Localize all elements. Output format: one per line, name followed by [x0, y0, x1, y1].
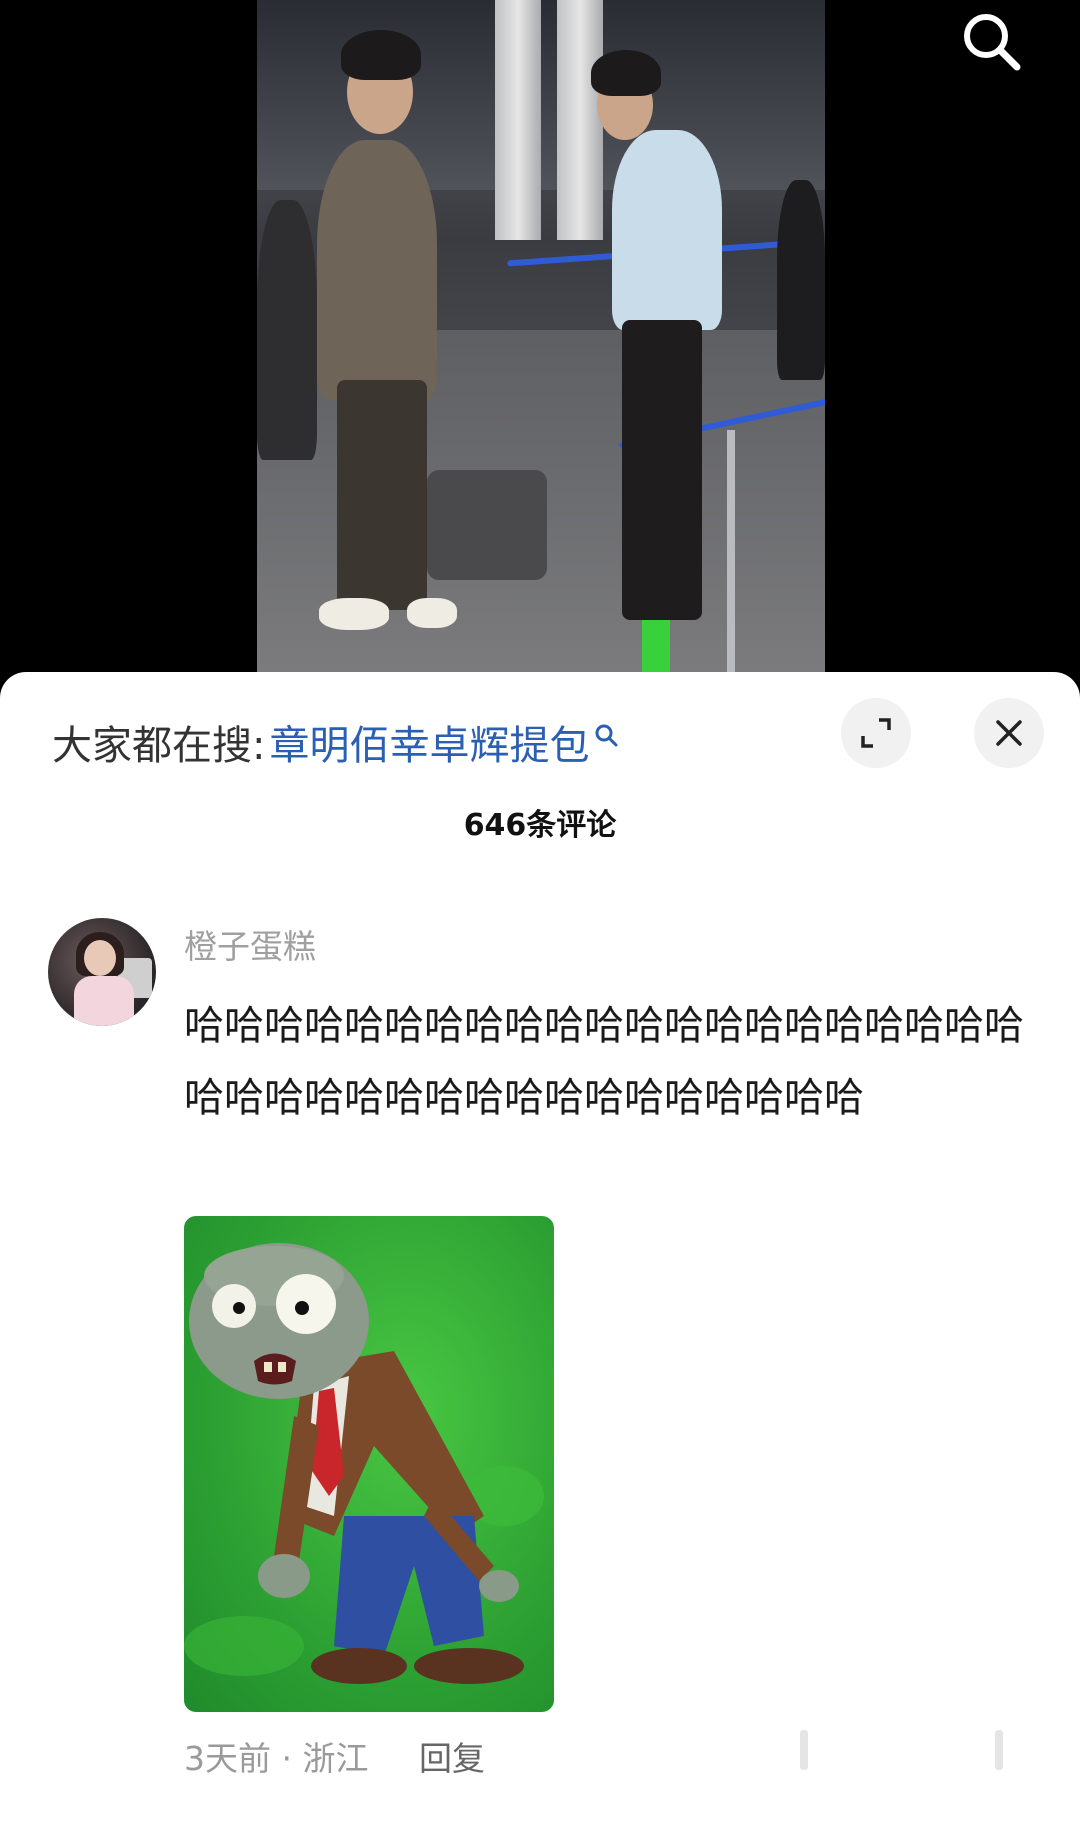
comment-username[interactable]: 橙子蛋糕: [184, 920, 316, 968]
hot-search-term[interactable]: 章明佰幸卓辉提包: [269, 713, 589, 771]
reply-button[interactable]: 回复: [419, 1739, 485, 1778]
hot-search-bar[interactable]: 大家都在搜: 章明佰幸卓辉提包: [52, 712, 619, 772]
comment-sheet: 大家都在搜: 章明佰幸卓辉提包 646条评论 橙子蛋糕 哈哈哈哈哈哈哈哈哈哈哈哈…: [0, 672, 1080, 1828]
person-left-hair: [341, 30, 421, 80]
bystander: [777, 180, 825, 380]
comment-meta: 3天前 · 浙江 回复: [184, 1732, 485, 1780]
search-icon: [964, 14, 1021, 71]
close-icon: [996, 720, 1022, 746]
video-player[interactable]: [0, 0, 1080, 680]
handbag: [427, 470, 547, 580]
expand-button[interactable]: [841, 698, 911, 768]
comment-time-location: 3天前 · 浙江: [184, 1739, 369, 1778]
bystander: [257, 200, 317, 460]
queue-post: [727, 430, 735, 680]
search-icon: [595, 724, 618, 747]
avatar[interactable]: [48, 918, 156, 1026]
person-left-jacket: [317, 140, 437, 400]
like-indicator[interactable]: [800, 1730, 808, 1770]
shoe: [319, 598, 389, 630]
search-button[interactable]: [956, 6, 1026, 76]
person-right-shirt: [612, 130, 722, 330]
person-left-trousers: [337, 380, 427, 610]
person-right-hair: [591, 50, 661, 96]
shoe: [407, 598, 457, 628]
comment-text: 哈哈哈哈哈哈哈哈哈哈哈哈哈哈哈哈哈哈哈哈哈哈哈哈哈哈哈哈哈哈哈哈哈哈哈哈哈哈: [184, 1003, 1024, 1121]
expand-icon: [861, 718, 891, 748]
zombie-illustration: [184, 1243, 544, 1684]
close-button[interactable]: [974, 698, 1044, 768]
person-right-trousers: [622, 320, 702, 620]
zombie-sticker-image[interactable]: [184, 1216, 554, 1712]
video-frame[interactable]: [257, 0, 825, 680]
comment-count: 646条评论: [463, 808, 617, 843]
avatar-face: [84, 940, 116, 976]
avatar-body: [74, 976, 134, 1026]
video-pillar: [495, 0, 541, 240]
hot-search-prefix: 大家都在搜:: [52, 723, 266, 769]
video-pillar: [557, 0, 603, 240]
dislike-indicator[interactable]: [995, 1730, 1003, 1770]
